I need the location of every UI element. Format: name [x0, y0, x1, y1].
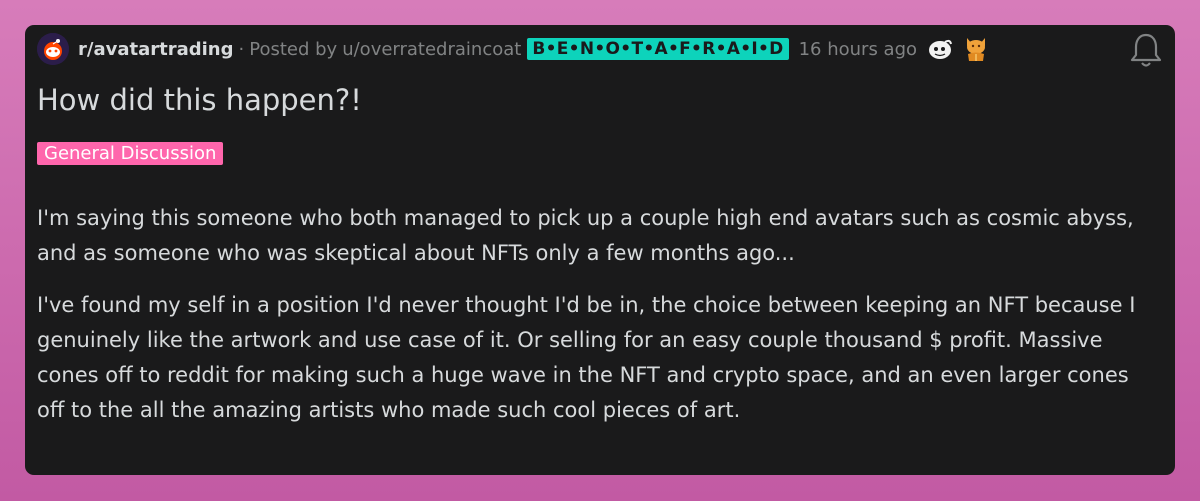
post-card[interactable]: r/avatartrading · Posted by u/overratedr…: [25, 25, 1175, 475]
post-body: I'm saying this someone who both managed…: [37, 201, 1147, 445]
author-link[interactable]: u/overratedraincoat: [342, 39, 521, 60]
cat-award-icon[interactable]: [963, 35, 989, 63]
user-flair: B•E•N•O•T•A•F•R•A•I•D: [527, 38, 789, 60]
posted-by-label: Posted by: [249, 38, 338, 60]
meta-separator: ·: [238, 38, 245, 60]
white-snoo-award-icon[interactable]: [927, 36, 953, 62]
post-header: r/avatartrading · Posted by u/overratedr…: [37, 33, 1163, 65]
post-flair-badge[interactable]: General Discussion: [37, 142, 224, 165]
post-paragraph: I'm saying this someone who both managed…: [37, 206, 1134, 265]
subreddit-link[interactable]: r/avatartrading: [78, 39, 234, 60]
bell-icon[interactable]: [1129, 31, 1163, 73]
post-paragraph: I've found my self in a position I'd nev…: [37, 293, 1136, 422]
post-timestamp[interactable]: 16 hours ago: [799, 39, 917, 60]
subreddit-avatar-icon[interactable]: [37, 33, 69, 65]
post-title[interactable]: How did this happen?!: [37, 83, 362, 117]
